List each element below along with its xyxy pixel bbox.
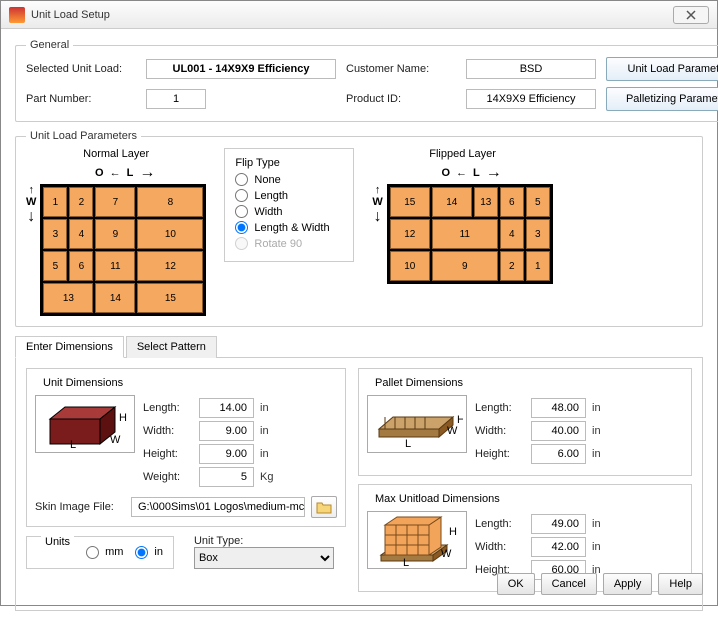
palletizing-parameters-button[interactable]: Palletizing Parameters [606, 87, 718, 111]
flip-length[interactable]: Length [235, 189, 343, 202]
folder-open-icon [316, 500, 332, 514]
skin-file-label: Skin Image File: [35, 501, 125, 513]
unit-dimensions-group: Unit Dimensions LWH Length:14.00in Width… [26, 368, 346, 527]
svg-text:W: W [110, 434, 121, 446]
unit-weight-input[interactable]: 5 [199, 467, 254, 487]
close-icon [686, 10, 696, 20]
customer-name-input[interactable]: BSD [466, 59, 596, 79]
svg-text:L: L [405, 438, 411, 449]
part-number-label: Part Number: [26, 93, 136, 105]
flipped-pallet: 15 14 13 6 5 12 11 4 3 10 9 2 1 [387, 184, 553, 284]
titlebar: Unit Load Setup [1, 1, 717, 29]
svg-text:H: H [449, 526, 457, 538]
axis-w: W [26, 196, 36, 208]
svg-text:W: W [447, 425, 458, 437]
unit-load-parameters-group: Unit Load Parameters Normal Layer O ← L … [15, 130, 703, 327]
product-id-label: Product ID: [346, 93, 456, 105]
units-mm[interactable]: mm [86, 546, 123, 559]
tab-enter-dimensions[interactable]: Enter Dimensions [15, 336, 124, 358]
flip-legend: Flip Type [235, 157, 343, 169]
svg-text:L: L [70, 439, 76, 449]
unit-width-input[interactable]: 9.00 [199, 421, 254, 441]
unit-type-label: Unit Type: [194, 535, 334, 547]
max-length-input[interactable]: 49.00 [531, 514, 586, 534]
apply-button[interactable]: Apply [603, 573, 653, 595]
unit-load-parameters-button[interactable]: Unit Load Parameters [606, 57, 718, 81]
dialog-footer: OK Cancel Apply Help [497, 573, 703, 595]
unit-height-input[interactable]: 9.00 [199, 444, 254, 464]
max-width-input[interactable]: 42.00 [531, 537, 586, 557]
pallet-icon: L WH [367, 395, 467, 453]
part-number-input[interactable]: 1 [146, 89, 206, 109]
app-icon [9, 7, 25, 23]
axis-origin: O [95, 167, 104, 179]
svg-text:H: H [119, 412, 127, 424]
normal-pallet: 1 2 7 8 3 4 9 10 5 6 11 12 13 [40, 184, 206, 316]
axis-l: L [127, 167, 134, 179]
dimension-tabs: Enter Dimensions Select Pattern [15, 335, 703, 358]
svg-text:H: H [457, 414, 463, 426]
close-button[interactable] [673, 6, 709, 24]
flipped-layer: Flipped Layer O ← L → ↑ W ↓ [372, 148, 552, 284]
pallet-length-input[interactable]: 48.00 [531, 398, 586, 418]
general-legend: General [26, 39, 73, 51]
normal-layer: Normal Layer O ← L → ↑ W ↓ [26, 148, 206, 316]
dialog-window: Unit Load Setup General Selected Unit Lo… [0, 0, 718, 606]
tab-select-pattern[interactable]: Select Pattern [126, 336, 217, 358]
flip-width[interactable]: Width [235, 205, 343, 218]
product-id-input[interactable]: 14X9X9 Efficiency [466, 89, 596, 109]
flip-type-group: Flip Type None Length Width Length & Wid… [224, 148, 354, 262]
skin-file-input[interactable]: G:\000Sims\01 Logos\medium-mc [131, 497, 305, 517]
pallet-width-input[interactable]: 40.00 [531, 421, 586, 441]
unit-length-input[interactable]: 14.00 [199, 398, 254, 418]
flip-none[interactable]: None [235, 173, 343, 186]
browse-skin-button[interactable] [311, 496, 337, 518]
params-legend: Unit Load Parameters [26, 130, 141, 142]
ok-button[interactable]: OK [497, 573, 535, 595]
customer-name-label: Customer Name: [346, 63, 456, 75]
units-in[interactable]: in [135, 546, 163, 559]
general-group: General Selected Unit Load: UL001 - 14X9… [15, 39, 718, 122]
flipped-layer-label: Flipped Layer [429, 148, 496, 160]
unit-box-icon: L WH [35, 395, 135, 453]
normal-layer-label: Normal Layer [83, 148, 149, 160]
selected-unit-load-label: Selected Unit Load: [26, 63, 136, 75]
flip-length-width[interactable]: Length & Width [235, 221, 343, 234]
help-button[interactable]: Help [658, 573, 703, 595]
pallet-height-input[interactable]: 6.00 [531, 444, 586, 464]
pallet-dimensions-group: Pallet Dimensions LWH Length:48.00in Wid… [358, 368, 692, 476]
cancel-button[interactable]: Cancel [541, 573, 597, 595]
unit-type-select[interactable]: Box [194, 547, 334, 569]
window-title: Unit Load Setup [31, 9, 110, 21]
svg-text:W: W [441, 548, 452, 560]
stack-icon: L WH [367, 511, 467, 569]
svg-text:L: L [403, 557, 409, 567]
selected-unit-load-value: UL001 - 14X9X9 Efficiency [146, 59, 336, 79]
flip-rotate90: Rotate 90 [235, 237, 343, 250]
